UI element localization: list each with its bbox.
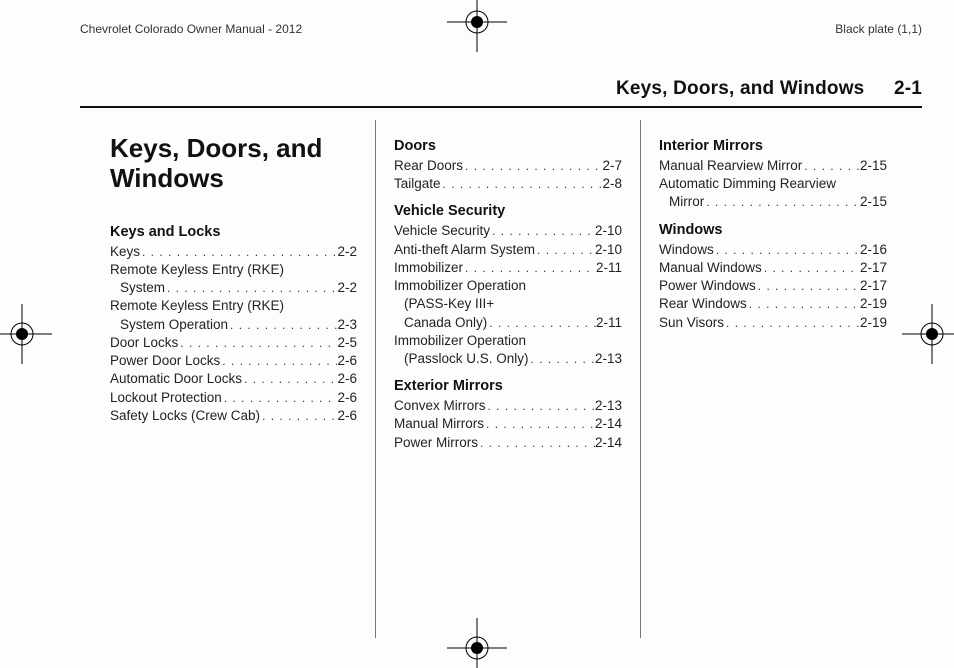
chapter-header: Keys, Doors, and Windows 2-1: [80, 78, 922, 108]
toc-entry: Rear Doors2-7: [394, 157, 622, 175]
toc-entry: Remote Keyless Entry (RKE): [110, 261, 357, 279]
toc-entry: Lockout Protection2-6: [110, 389, 357, 407]
toc-column-3: Interior Mirrors Manual Rearview Mirror2…: [640, 120, 905, 638]
toc-list: Rear Doors2-7 Tailgate2-8: [394, 157, 622, 193]
toc-columns: Keys, Doors, and Windows Keys and Locks …: [110, 120, 919, 638]
toc-entry: System2-2: [110, 279, 357, 297]
crop-mark-icon: [0, 304, 52, 364]
chapter-page-number: 2-1: [894, 78, 922, 99]
toc-entry: Automatic Dimming Rearview: [659, 175, 887, 193]
toc-list: Keys2-2 Remote Keyless Entry (RKE) Syste…: [110, 243, 357, 425]
section-heading: Windows: [659, 222, 887, 238]
toc-entry: Convex Mirrors2-13: [394, 397, 622, 415]
toc-entry: Tailgate2-8: [394, 175, 622, 193]
toc-entry: Mirror2-15: [659, 193, 887, 211]
toc-entry: Windows2-16: [659, 241, 887, 259]
toc-entry: Keys2-2: [110, 243, 357, 261]
toc-entry: Manual Windows2-17: [659, 259, 887, 277]
toc-entry: Vehicle Security2-10: [394, 222, 622, 240]
toc-column-1: Keys, Doors, and Windows Keys and Locks …: [110, 120, 375, 638]
manual-page: Chevrolet Colorado Owner Manual - 2012 B…: [0, 0, 954, 668]
toc-entry: Immobilizer Operation: [394, 332, 622, 350]
toc-entry: Power Mirrors2-14: [394, 434, 622, 452]
toc-entry: Door Locks2-5: [110, 334, 357, 352]
toc-list: Windows2-16 Manual Windows2-17 Power Win…: [659, 241, 887, 332]
toc-entry: Manual Mirrors2-14: [394, 415, 622, 433]
toc-entry: (Passlock U.S. Only)2-13: [394, 350, 622, 368]
toc-entry: Rear Windows2-19: [659, 295, 887, 313]
chapter-title: Keys, Doors, and Windows: [616, 78, 865, 99]
toc-entry: (PASS-Key III+: [394, 295, 622, 313]
section-heading: Vehicle Security: [394, 203, 622, 219]
toc-entry: Sun Visors2-19: [659, 314, 887, 332]
page-title: Keys, Doors, and Windows: [110, 134, 357, 194]
toc-entry: Remote Keyless Entry (RKE): [110, 297, 357, 315]
toc-column-2: Doors Rear Doors2-7 Tailgate2-8 Vehicle …: [375, 120, 640, 638]
section-heading: Keys and Locks: [110, 224, 357, 240]
section-heading: Interior Mirrors: [659, 138, 887, 154]
toc-entry: Automatic Door Locks2-6: [110, 370, 357, 388]
toc-entry: Power Windows2-17: [659, 277, 887, 295]
toc-entry: Canada Only)2-11: [394, 314, 622, 332]
toc-entry: Anti-theft Alarm System2-10: [394, 241, 622, 259]
toc-list: Vehicle Security2-10 Anti-theft Alarm Sy…: [394, 222, 622, 368]
toc-entry: Manual Rearview Mirror2-15: [659, 157, 887, 175]
section-heading: Doors: [394, 138, 622, 154]
doc-title-small: Chevrolet Colorado Owner Manual - 2012: [80, 22, 302, 36]
toc-list: Manual Rearview Mirror2-15 Automatic Dim…: [659, 157, 887, 212]
toc-list: Convex Mirrors2-13 Manual Mirrors2-14 Po…: [394, 397, 622, 452]
section-heading: Exterior Mirrors: [394, 378, 622, 394]
plate-info: Black plate (1,1): [835, 22, 922, 36]
toc-entry: Power Door Locks2-6: [110, 352, 357, 370]
toc-entry: System Operation2-3: [110, 316, 357, 334]
crop-mark-icon: [447, 0, 507, 52]
toc-entry: Immobilizer Operation: [394, 277, 622, 295]
toc-entry: Safety Locks (Crew Cab)2-6: [110, 407, 357, 425]
toc-entry: Immobilizer2-11: [394, 259, 622, 277]
